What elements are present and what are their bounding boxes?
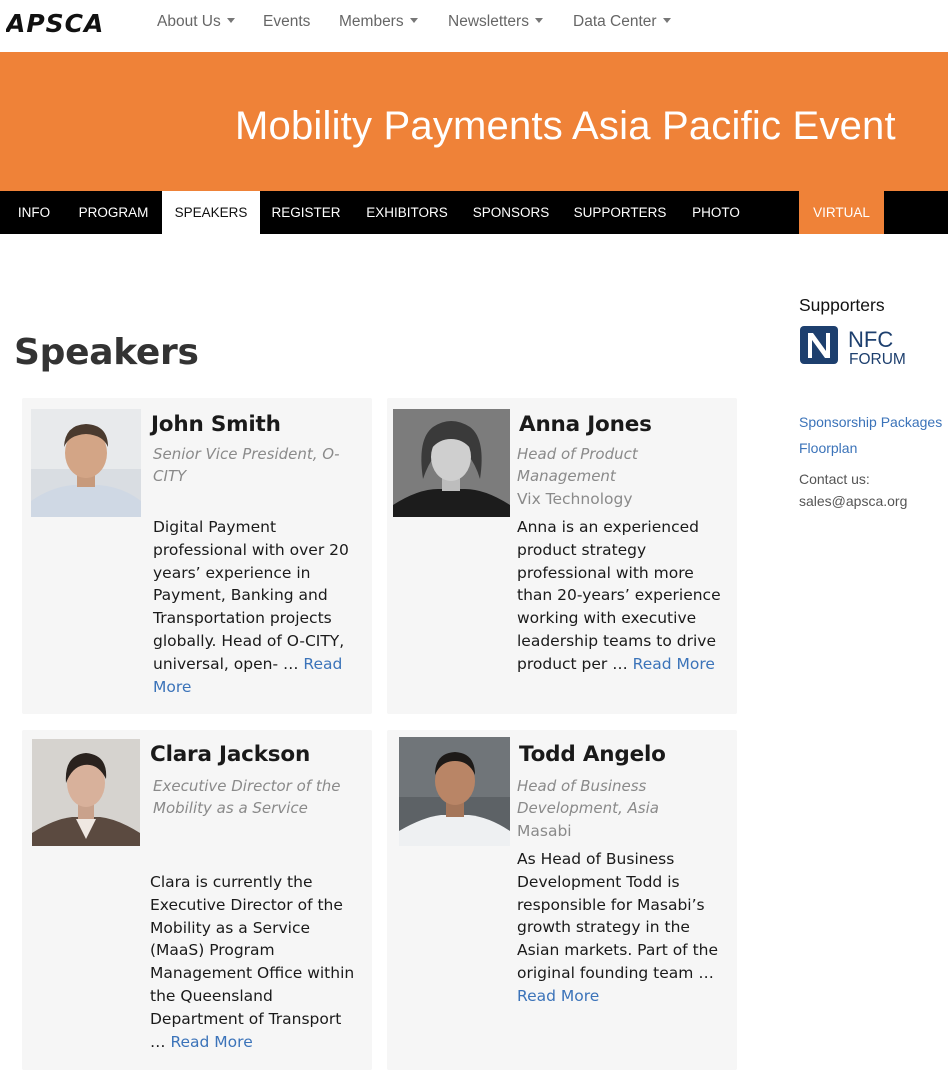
tab-register[interactable]: REGISTER [260,191,352,234]
nfc-logo-line2: FORUM [849,351,906,368]
speaker-name: Todd Angelo [519,742,666,767]
nav-members[interactable]: Members [339,13,418,31]
nav-about-us-label: About Us [157,13,221,30]
speaker-bio: Anna is an experienced product strategy … [517,516,722,676]
nfc-forum-logo[interactable]: NFC FORUM [799,324,911,368]
read-more-link[interactable]: Read More [517,987,599,1005]
chevron-down-icon [662,18,671,24]
speaker-bio: As Head of Business Development Todd is … [517,848,722,1008]
apsca-logo[interactable]: APSCA [6,9,126,37]
nav-events-label: Events [263,13,311,30]
nfc-logo-line1: NFC [848,327,893,352]
read-more-link[interactable]: Read More [170,1033,252,1051]
nav-newsletters-label: Newsletters [448,13,529,30]
nav-data-center-label: Data Center [573,13,657,30]
speaker-title: Executive Director of the Mobility as a … [153,777,341,817]
nav-data-center[interactable]: Data Center [573,13,671,31]
speaker-title: Senior Vice President, O-CITY [153,445,340,485]
speaker-company: Vix Technology [517,490,633,508]
speaker-card: Clara Jackson Executive Director of the … [22,730,372,1070]
nav-about-us[interactable]: About Us [157,13,235,31]
event-banner: Mobility Payments Asia Pacific Event [0,52,948,191]
chevron-down-icon [226,18,235,24]
tab-photo[interactable]: PHOTO [680,191,752,234]
nav-members-label: Members [339,13,404,30]
speaker-bio-text: Clara is currently the Executive Directo… [150,873,355,1051]
chevron-down-icon [409,18,418,24]
top-navbar: APSCA About Us Events Members Newsletter… [0,0,948,50]
speaker-name: John Smith [151,412,281,437]
chevron-down-icon [534,18,543,24]
sponsorship-packages-link[interactable]: Sponsorship Packages [799,414,942,430]
speaker-name: Anna Jones [519,412,652,437]
tab-info[interactable]: INFO [0,191,68,234]
speaker-bio-text: Digital Payment professional with over 2… [153,518,349,673]
supporters-heading: Supporters [799,295,885,315]
contact-email[interactable]: sales@apsca.org [799,493,907,509]
tab-exhibitors[interactable]: EXHIBITORS [356,191,458,234]
contact-label: Contact us: [799,471,870,487]
logo-text: APSCA [6,9,104,37]
speaker-title: Head of Product Management [517,445,638,485]
speaker-photo[interactable] [32,739,140,846]
speaker-name: Clara Jackson [150,742,311,767]
speaker-bio: Digital Payment professional with over 2… [153,516,358,698]
speaker-bio-text: Anna is an experienced product strategy … [517,518,721,673]
speaker-photo[interactable] [393,409,510,517]
event-tab-bar: INFO PROGRAM SPEAKERS REGISTER EXHIBITOR… [0,191,948,234]
speaker-bio-text: As Head of Business Development Todd is … [517,850,719,982]
tab-supporters[interactable]: SUPPORTERS [566,191,674,234]
speaker-card: Anna Jones Head of Product Management Vi… [387,398,737,714]
tab-speakers[interactable]: SPEAKERS [162,191,260,234]
speaker-company: Masabi [517,822,572,840]
banner-title: Mobility Payments Asia Pacific Event [235,104,896,148]
tab-sponsors[interactable]: SPONSORS [464,191,558,234]
tab-virtual[interactable]: VIRTUAL [799,191,884,234]
speaker-photo[interactable] [399,737,510,846]
speaker-card: John Smith Senior Vice President, O-CITY… [22,398,372,714]
nav-events[interactable]: Events [263,13,310,31]
page-title: Speakers [14,332,199,373]
speaker-photo[interactable] [31,409,141,517]
speaker-title: Head of Business Development, Asia [517,777,659,817]
tab-program[interactable]: PROGRAM [68,191,159,234]
floorplan-link[interactable]: Floorplan [799,440,857,456]
read-more-link[interactable]: Read More [633,655,715,673]
speaker-card: Todd Angelo Head of Business Development… [387,730,737,1070]
speaker-bio: Clara is currently the Executive Directo… [150,871,360,1053]
nav-newsletters[interactable]: Newsletters [448,13,543,31]
